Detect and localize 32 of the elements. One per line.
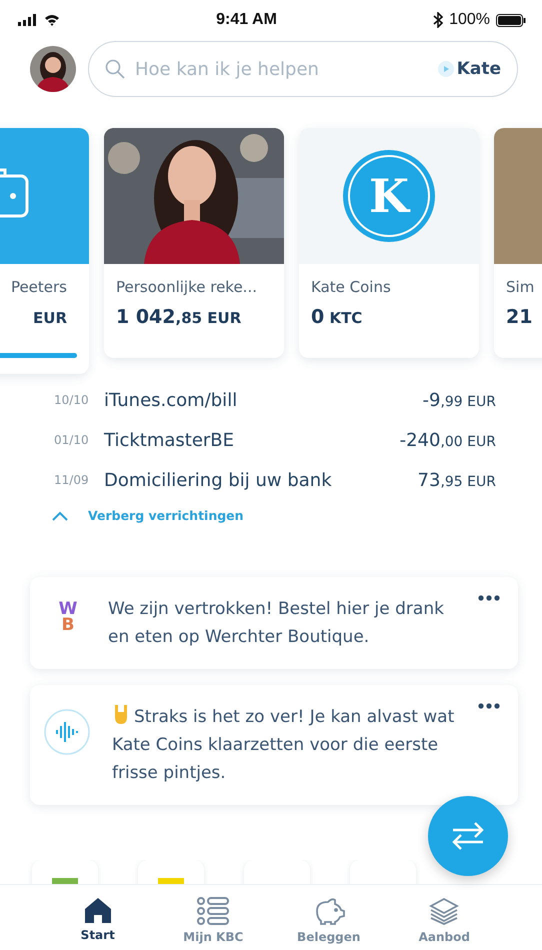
message-card[interactable]: W B We zijn vertrokken! Bestel hier je drank en eten op Werchter Boutique. (30, 577, 518, 669)
nav-tab[interactable]: Start (52, 897, 143, 950)
account-name: Sim (506, 278, 536, 296)
message-card[interactable]: Straks is het zo ver! Je kan alvast wat Kate Coins klaarzetten voor die eerste frisse pintjes. (30, 685, 518, 805)
account-card[interactable]: Peeters EUR (0, 128, 89, 374)
coin-icon: K (343, 150, 435, 242)
account-card[interactable]: K Kate Coins 0 KTC (299, 128, 479, 358)
message-text: We zijn vertrokken! Bestel hier je drank en eten op Werchter Boutique. (108, 598, 445, 649)
account-balance: 0 KTC (311, 306, 364, 328)
battery-percentage: 100% (449, 11, 490, 29)
status-time: 9:41 AM (216, 11, 277, 29)
transaction-name: TicktmasterBE (104, 430, 236, 450)
transaction-amount: -240,00 EUR (400, 430, 496, 450)
festival-logo: W B (58, 598, 78, 637)
account-balance: 21 (506, 306, 534, 328)
transaction-amount: 73,95 EUR (418, 470, 496, 490)
message-text: Straks is het zo ver! Je kan alvast wat Kate Coins klaarzetten voor die eerste frisse pintjes. (112, 703, 462, 787)
transaction-date: 11/09 (54, 473, 90, 487)
account-balance: EUR (33, 308, 67, 328)
account-name: Peeters (10, 278, 67, 296)
transaction-name: iTunes.com/bill (104, 390, 238, 410)
transaction-name: Domiciliering bij uw bank (104, 470, 333, 490)
account-name: Persoonlijke reke... (116, 278, 258, 296)
account-name: Kate Coins (311, 278, 392, 296)
account-card[interactable]: Persoonlijke reke... 1 042,85 EUR (104, 128, 284, 358)
search-field[interactable]: Hoe kan ik je helpen Kate (88, 41, 518, 97)
transaction-date: 10/10 (54, 393, 90, 407)
transaction-date: 01/10 (54, 433, 90, 447)
account-balance: 1 042,85 EUR (116, 306, 242, 328)
account-card[interactable]: Sim 21 (494, 128, 542, 358)
kate-assistant-button[interactable]: Kate (438, 59, 501, 79)
transaction-amount: -9,99 EUR (422, 390, 496, 410)
